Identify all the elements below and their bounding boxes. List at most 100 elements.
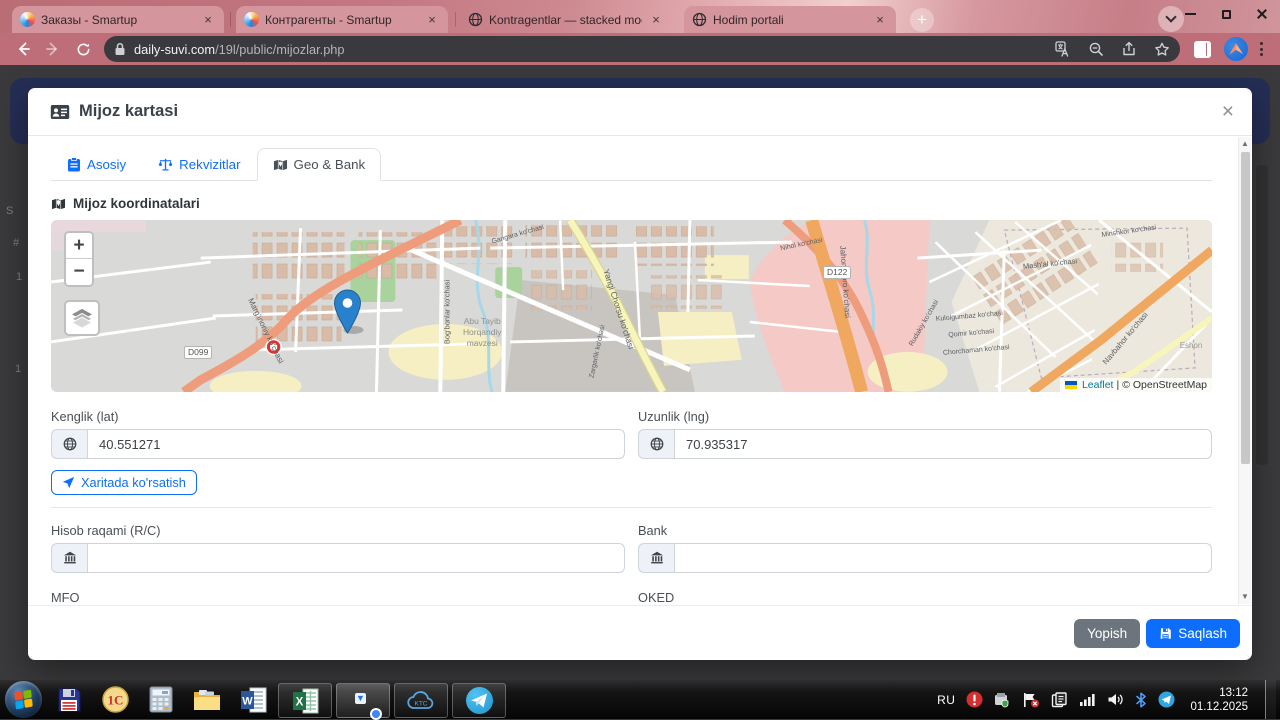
- browser-menu-button[interactable]: [1260, 42, 1263, 56]
- map-attribution: Leaflet | © OpenStreetMap: [1059, 378, 1212, 392]
- scrollbar-thumb[interactable]: [1240, 152, 1250, 464]
- system-tray: RU 13:12 01.12.2025: [937, 680, 1280, 719]
- forward-arrow-icon: [46, 42, 58, 56]
- page-backdrop: S # 1 1 Mijoz kartasi × Asosiy Rekvizitl…: [0, 65, 1280, 680]
- tab-asosiy[interactable]: Asosiy: [51, 148, 142, 181]
- osm-link[interactable]: © OpenStreetMap: [1122, 379, 1207, 391]
- section-title-text: Mijoz koordinatalari: [73, 196, 200, 211]
- address-bar[interactable]: daily-suvi.com/19l/public/mijozlar.php: [104, 36, 1180, 62]
- browser-toolbar: daily-suvi.com/19l/public/mijozlar.php: [0, 33, 1280, 65]
- tab-geo-bank[interactable]: Geo & Bank: [256, 148, 382, 181]
- 1c-app-icon: 1С: [101, 686, 129, 713]
- account-input[interactable]: [87, 543, 625, 573]
- bluetooth-icon[interactable]: [1135, 691, 1147, 708]
- network-signal-icon[interactable]: [1079, 693, 1096, 707]
- browser-tab-4[interactable]: Hodim portali ×: [684, 6, 896, 33]
- clock-date: 01.12.2025: [1190, 700, 1248, 713]
- bookmark-star-icon[interactable]: [1154, 41, 1170, 57]
- tab-close-icon[interactable]: ×: [872, 12, 888, 28]
- show-on-map-button[interactable]: Xaritada ko'rsatish: [51, 470, 197, 495]
- tab-close-icon[interactable]: ×: [200, 12, 216, 28]
- taskbar-cloud-app[interactable]: KTC: [394, 683, 448, 718]
- side-panel-button[interactable]: [1194, 40, 1211, 58]
- taskbar-folder-app[interactable]: [184, 680, 230, 719]
- language-indicator[interactable]: RU: [937, 693, 955, 707]
- clipboard-icon: [68, 157, 80, 172]
- window-close-button[interactable]: [1244, 0, 1280, 28]
- map-layers-button[interactable]: [64, 300, 100, 336]
- tab-close-icon[interactable]: ×: [424, 12, 440, 28]
- tab-close-icon[interactable]: ×: [648, 12, 664, 28]
- tab-rekvizitlar[interactable]: Rekvizitlar: [142, 148, 256, 181]
- leaflet-link[interactable]: Leaflet: [1082, 379, 1114, 391]
- ukraine-flag-icon: [1064, 381, 1077, 389]
- browser-tab-3[interactable]: Kontragentlar — stacked modal ( ×: [460, 6, 672, 33]
- map-pin-icon: [51, 198, 66, 209]
- save-button[interactable]: Saqlash: [1146, 618, 1240, 648]
- svg-text:Eshon: Eshon: [1180, 341, 1203, 350]
- road-badge-d122: D122: [823, 266, 852, 279]
- tab-label: Geo & Bank: [293, 157, 366, 172]
- translate-icon[interactable]: [1055, 41, 1071, 57]
- taskbar-calculator-app[interactable]: [138, 680, 184, 719]
- reload-icon: [77, 43, 89, 55]
- action-center-flag-icon[interactable]: [1022, 692, 1040, 708]
- leaflet-map[interactable]: Marg'inoniy ko'chasi Jahon Obro ko'chasi Y…: [51, 220, 1212, 392]
- url-host: daily-suvi.com: [134, 41, 216, 57]
- ghost-text: 1: [15, 363, 22, 375]
- window-minimize-button[interactable]: [1172, 0, 1208, 28]
- telegram-tray-icon[interactable]: [1158, 691, 1175, 708]
- show-desktop-button[interactable]: [1265, 680, 1276, 719]
- zoom-icon[interactable]: [1088, 41, 1104, 57]
- bank-input[interactable]: [674, 543, 1212, 573]
- scroll-up-arrow[interactable]: ▲: [1239, 137, 1251, 151]
- svg-text:mavzesi: mavzesi: [467, 338, 498, 348]
- modal-header: Mijoz kartasi ×: [28, 88, 1252, 136]
- alert-tray-icon[interactable]: [966, 691, 983, 708]
- modal-body: Asosiy Rekvizitlar Geo & Bank Mijoz koor…: [28, 136, 1252, 605]
- browser-tab-2[interactable]: Контрагенты - Smartup ×: [236, 6, 448, 33]
- smartup-favicon: [244, 12, 259, 27]
- back-arrow-icon: [18, 42, 30, 56]
- svg-text:Bog'bonlar ko'chasi: Bog'bonlar ko'chasi: [442, 280, 451, 345]
- forward-button[interactable]: [38, 36, 68, 62]
- taskbar-word-app[interactable]: W: [230, 680, 276, 719]
- id-card-icon: [50, 104, 70, 119]
- scroll-down-arrow[interactable]: ▼: [1239, 590, 1251, 604]
- taskbar-chrome-app[interactable]: ▼: [336, 683, 390, 718]
- lng-input[interactable]: [674, 429, 1212, 459]
- profile-avatar[interactable]: [1224, 37, 1248, 61]
- lat-input[interactable]: [87, 429, 625, 459]
- start-button[interactable]: [0, 680, 46, 719]
- taskbar-1c-app[interactable]: 1С: [92, 680, 138, 719]
- taskbar-clock[interactable]: 13:12 01.12.2025: [1190, 686, 1248, 714]
- new-tab-button[interactable]: +: [910, 8, 934, 32]
- attribution-separator: |: [1116, 379, 1120, 391]
- reload-button[interactable]: [68, 36, 98, 62]
- clipboard-tray-icon[interactable]: [1051, 691, 1068, 708]
- lat-label: Kenglik (lat): [51, 409, 119, 424]
- modal-scrollbar[interactable]: ▲ ▼: [1238, 137, 1251, 604]
- taskbar-floppy-app[interactable]: [46, 680, 92, 719]
- account-input-group: [51, 543, 625, 573]
- mijoz-kartasi-modal: Mijoz kartasi × Asosiy Rekvizitlar Geo &…: [28, 88, 1252, 660]
- back-button[interactable]: [8, 36, 38, 62]
- zoom-in-button[interactable]: +: [66, 233, 92, 259]
- share-icon[interactable]: [1121, 41, 1137, 57]
- zoom-out-button[interactable]: −: [66, 259, 92, 285]
- svg-text:KTC: KTC: [415, 700, 428, 707]
- window-restore-button[interactable]: [1208, 0, 1244, 28]
- clock-time: 13:12: [1219, 686, 1248, 699]
- modal-tab-bar: Asosiy Rekvizitlar Geo & Bank: [51, 148, 1212, 181]
- taskbar-excel-app[interactable]: X: [278, 683, 332, 718]
- svg-text:1С: 1С: [107, 693, 123, 708]
- volume-icon[interactable]: [1107, 692, 1124, 707]
- calculator-app-icon: [149, 686, 173, 713]
- security-tray-icon[interactable]: [994, 692, 1011, 708]
- globe-favicon: [468, 12, 483, 27]
- close-button[interactable]: Yopish: [1074, 618, 1141, 648]
- modal-title: Mijoz kartasi: [79, 102, 179, 120]
- taskbar-telegram-app[interactable]: [452, 683, 506, 718]
- modal-close-button[interactable]: ×: [1222, 101, 1234, 122]
- browser-tab-1[interactable]: Заказы - Smartup ×: [12, 6, 224, 33]
